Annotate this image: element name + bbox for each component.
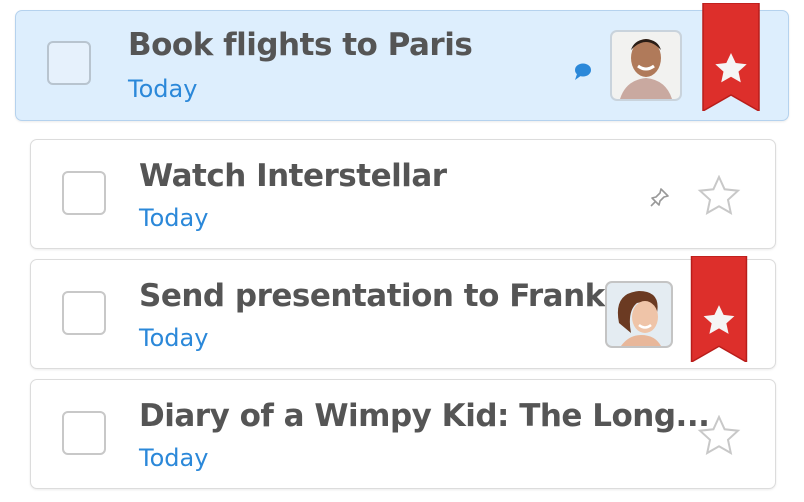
task-due-date: Today — [128, 75, 198, 103]
man-avatar-icon — [620, 39, 672, 99]
comment-icon — [575, 63, 591, 80]
woman-avatar-icon — [617, 291, 661, 346]
task-checkbox[interactable] — [62, 291, 106, 335]
star-outline-icon[interactable] — [697, 415, 741, 457]
star-outline-icon[interactable] — [697, 175, 741, 217]
task-row[interactable]: Diary of a Wimpy Kid: The Long... Today — [30, 379, 776, 489]
assignee-avatar[interactable] — [610, 30, 682, 101]
task-title: Diary of a Wimpy Kid: The Long... — [139, 398, 710, 434]
task-checkbox[interactable] — [47, 41, 91, 85]
task-due-date: Today — [139, 324, 209, 352]
starred-ribbon-icon[interactable] — [690, 256, 748, 362]
task-title: Book flights to Paris — [128, 27, 473, 63]
task-due-date: Today — [139, 444, 209, 472]
task-title: Send presentation to Frank — [139, 278, 605, 314]
task-checkbox[interactable] — [62, 411, 106, 455]
pin-icon — [650, 188, 669, 207]
task-checkbox[interactable] — [62, 171, 106, 215]
task-row[interactable]: Send presentation to Frank Today — [30, 259, 776, 369]
assignee-avatar[interactable] — [605, 281, 673, 348]
task-due-date: Today — [139, 204, 209, 232]
starred-ribbon-icon[interactable] — [702, 3, 760, 111]
task-title: Watch Interstellar — [139, 158, 447, 194]
task-row[interactable]: Watch Interstellar Today — [30, 139, 776, 249]
task-row[interactable]: Book flights to Paris Today — [15, 10, 789, 121]
